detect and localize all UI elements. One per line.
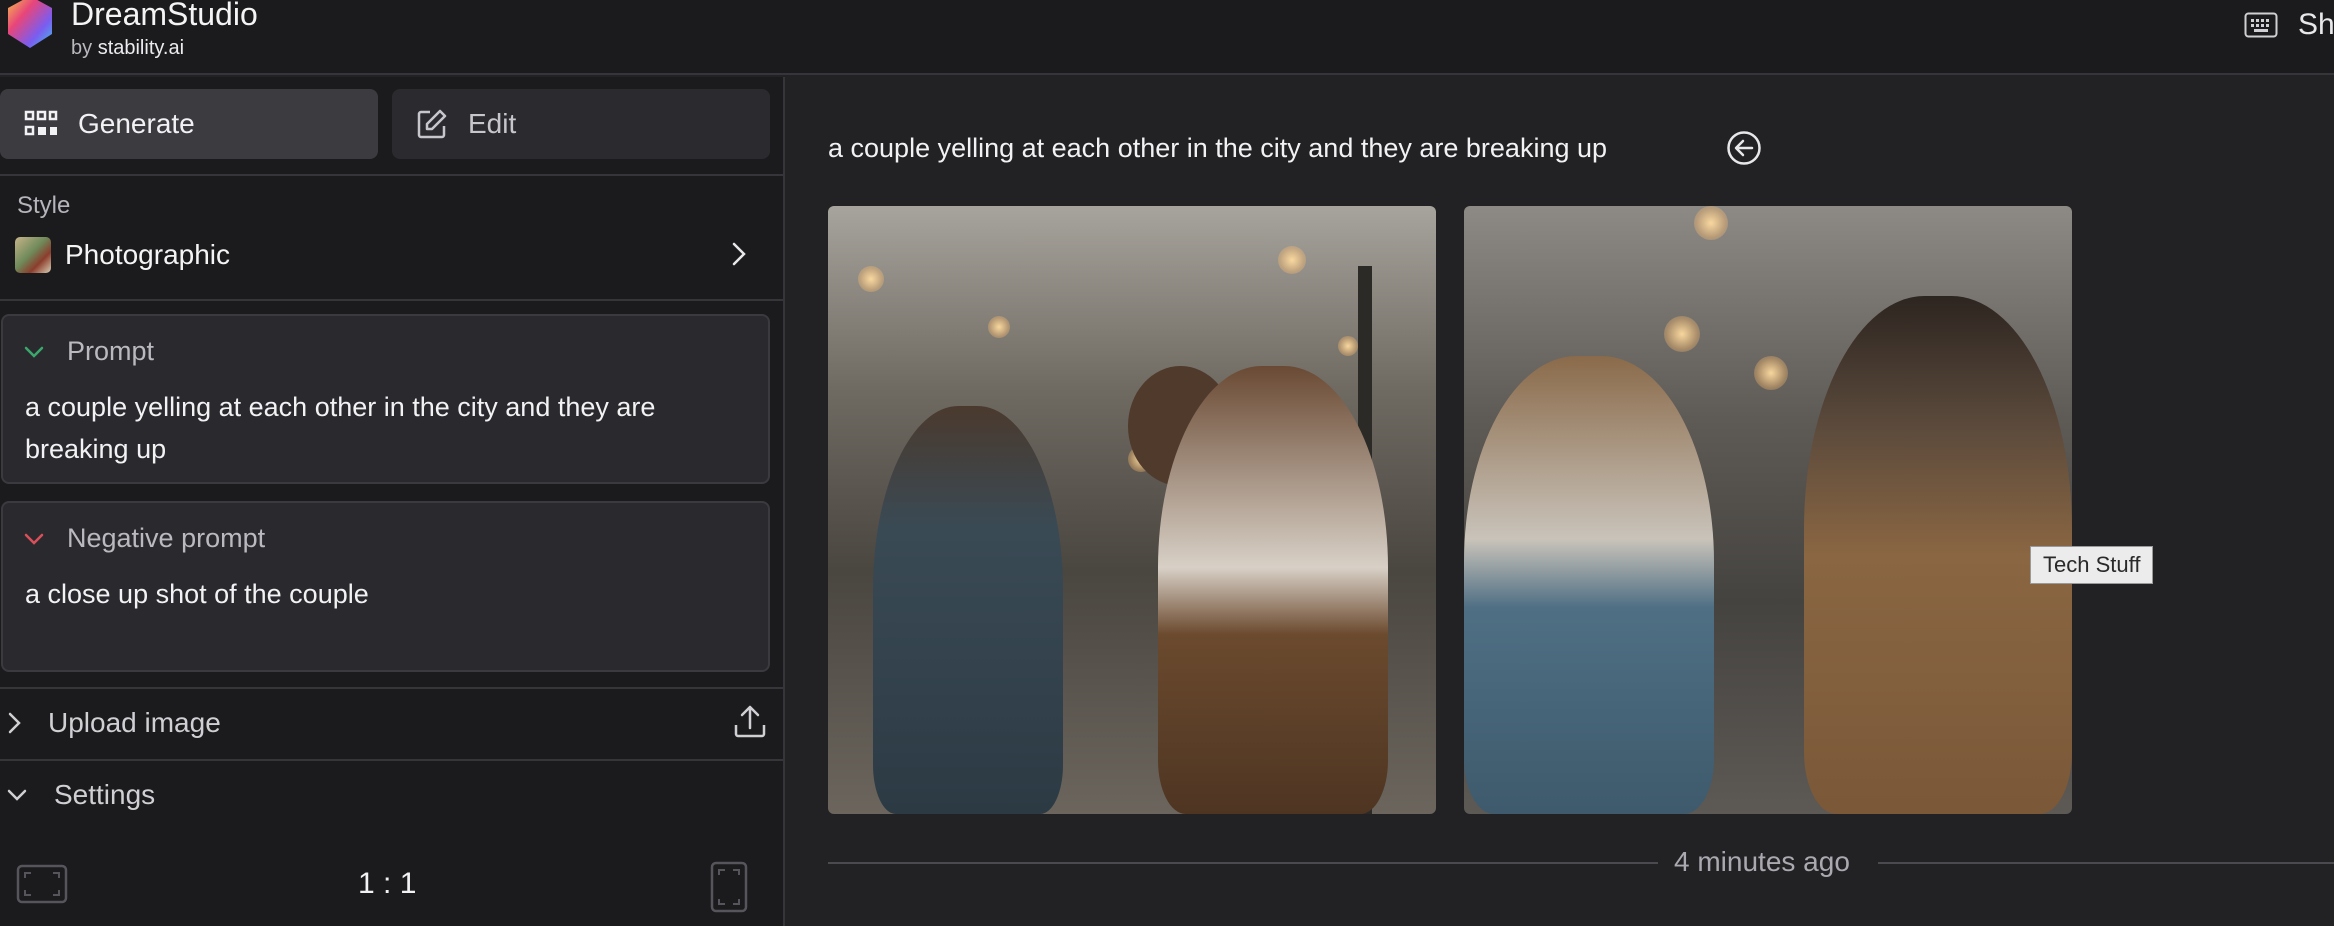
- chevron-down-icon: [24, 533, 44, 545]
- brand-by-name: stability.ai: [97, 37, 185, 59]
- landscape-aspect-icon[interactable]: [16, 864, 68, 904]
- sidebar: Generate Edit Style Photographic Prompt …: [0, 77, 785, 926]
- aspect-ratio-value: 1 : 1: [358, 867, 417, 900]
- prompt-header[interactable]: Prompt: [23, 336, 154, 367]
- generated-image[interactable]: [1464, 206, 2072, 814]
- bokeh-light: [1338, 336, 1358, 356]
- man-figure: [873, 406, 1063, 814]
- bokeh-light: [1664, 316, 1700, 352]
- brand-by-prefix: by: [71, 37, 93, 59]
- bokeh-light: [1278, 246, 1306, 274]
- negative-prompt-textarea[interactable]: a close up shot of the couple: [25, 573, 755, 615]
- generation-timestamp: 4 minutes ago: [1674, 846, 1850, 877]
- prompt-card: Prompt a couple yelling at each other in…: [1, 314, 770, 484]
- tab-edit-label: Edit: [468, 108, 517, 139]
- brand-name: DreamStudio: [71, 0, 258, 32]
- timestamp-divider: [828, 862, 1658, 864]
- style-thumbnail[interactable]: [15, 237, 51, 273]
- style-label: Style: [17, 192, 71, 219]
- tooltip: Tech Stuff: [2030, 546, 2154, 584]
- tab-edit[interactable]: Edit: [392, 89, 770, 159]
- edit-icon: [417, 109, 447, 139]
- dreamstudio-logo-icon[interactable]: [0, 0, 62, 56]
- chevron-down-icon: [7, 789, 27, 801]
- bokeh-light: [1694, 206, 1728, 240]
- tab-generate-label: Generate: [78, 108, 195, 139]
- brand-byline: by stability.ai: [71, 38, 184, 58]
- woman-figure: [1158, 366, 1388, 814]
- upload-image-label: Upload image: [48, 707, 221, 738]
- bokeh-light: [1754, 356, 1788, 390]
- chevron-down-icon: [24, 346, 44, 358]
- upload-image-row[interactable]: Upload image: [0, 688, 785, 758]
- negative-prompt-card: Negative prompt a close up shot of the c…: [1, 501, 770, 672]
- generation-prompt-title: a couple yelling at each other in the ci…: [828, 133, 1608, 163]
- upload-icon[interactable]: [733, 703, 767, 739]
- keyboard-icon[interactable]: [2244, 12, 2278, 38]
- topbar-share-label[interactable]: Sh: [2298, 8, 2334, 42]
- negative-prompt-header[interactable]: Negative prompt: [23, 523, 265, 554]
- bokeh-light: [858, 266, 884, 292]
- settings-label: Settings: [54, 779, 156, 810]
- timestamp-divider: [1878, 862, 2334, 864]
- top-bar: DreamStudio by stability.ai Sh: [0, 0, 2334, 75]
- settings-row[interactable]: Settings: [0, 760, 785, 830]
- chevron-right-icon: [8, 712, 21, 734]
- tab-generate[interactable]: Generate: [0, 89, 378, 159]
- portrait-aspect-icon[interactable]: [710, 861, 748, 913]
- bokeh-light: [988, 316, 1010, 338]
- prompt-label: Prompt: [67, 336, 155, 366]
- divider: [0, 174, 785, 176]
- woman-figure: [1464, 356, 1714, 814]
- grid-icon: [24, 110, 58, 136]
- divider: [0, 299, 785, 301]
- negative-prompt-label: Negative prompt: [67, 523, 266, 553]
- style-value[interactable]: Photographic: [65, 237, 230, 273]
- chevron-right-icon[interactable]: [730, 240, 748, 268]
- reuse-prompt-icon[interactable]: [1726, 130, 1762, 166]
- generated-image[interactable]: [828, 206, 1436, 814]
- prompt-textarea[interactable]: a couple yelling at each other in the ci…: [25, 386, 755, 470]
